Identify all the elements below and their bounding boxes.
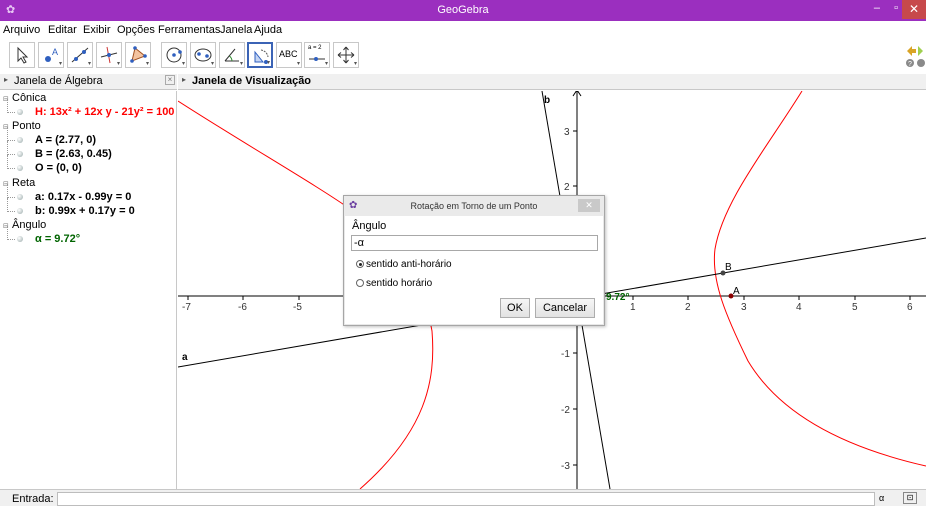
menu-opcoes[interactable]: Opções xyxy=(117,24,155,36)
keyboard-icon[interactable]: ⊡ xyxy=(903,492,917,504)
move-graphics-view-tool-button[interactable]: ▾ xyxy=(333,42,359,68)
y-tick-label: -3 xyxy=(561,461,570,472)
menu-bar: Arquivo Editar Exibir Opções Ferramentas… xyxy=(0,21,926,39)
polygon-tool-button[interactable]: ▾ xyxy=(125,42,151,68)
point-b-label: B xyxy=(725,262,732,273)
dialog-close-button[interactable]: ✕ xyxy=(578,199,600,212)
move-tool-button[interactable] xyxy=(9,42,35,68)
rotate-around-point-tool-button[interactable]: ▾ xyxy=(247,42,273,68)
x-tick-label: 1 xyxy=(630,302,636,313)
x-tick-label: -6 xyxy=(238,302,247,313)
text-tool-button[interactable]: ABC ▾ xyxy=(276,42,302,68)
y-tick-label: 2 xyxy=(564,182,570,193)
input-label: Entrada: xyxy=(12,493,54,505)
window-title-bar: ✿ GeoGebra – ▫ ✕ xyxy=(0,0,926,21)
window-title: GeoGebra xyxy=(437,4,489,16)
radio-unselected-icon xyxy=(356,279,364,287)
visibility-toggle-icon[interactable] xyxy=(17,151,23,157)
radio-counterclockwise[interactable]: sentido anti-horário xyxy=(356,259,452,270)
line-b-label: b xyxy=(544,95,550,106)
x-tick-label: 5 xyxy=(852,302,858,313)
minimize-icon[interactable]: – xyxy=(874,2,880,14)
dialog-body: Ângulo -α sentido anti-horário sentido h… xyxy=(345,216,603,324)
line-tool-button[interactable]: ▾ xyxy=(67,42,93,68)
circle-tool-button[interactable]: ▾ xyxy=(161,42,187,68)
maximize-icon[interactable]: ▫ xyxy=(894,2,898,14)
x-tick-label: 6 xyxy=(907,302,913,313)
x-tick-label: 4 xyxy=(796,302,802,313)
rotation-dialog: ✿ Rotação em Torno de um Ponto ✕ Ângulo … xyxy=(343,195,605,326)
visibility-toggle-icon[interactable] xyxy=(17,236,23,242)
algebra-panel: ⊟ Cônica H: 13x² + 12x y - 21y² = 100 ⊟ … xyxy=(0,91,177,489)
input-bar: Entrada: α ⊡ xyxy=(0,489,926,506)
menu-arquivo[interactable]: Arquivo xyxy=(3,24,40,36)
collapse-triangle-icon[interactable]: ▸ xyxy=(182,75,186,84)
svg-text:?: ? xyxy=(908,61,912,68)
menu-ferramentas[interactable]: Ferramentas xyxy=(158,24,220,36)
input-field[interactable] xyxy=(57,492,875,506)
toolbar: A ▾ ▾ ▾ ▾ ▾ ▾ ▾ ▾ ABC ▾ a = 2 ▾ ▾ ? xyxy=(0,39,926,74)
dialog-title-bar[interactable]: ✿ Rotação em Torno de um Ponto ✕ xyxy=(344,196,604,216)
algebra-panel-header: ▸ Janela de Álgebra × xyxy=(0,74,177,90)
dialog-title: Rotação em Torno de um Ponto xyxy=(410,201,538,211)
menu-ajuda[interactable]: Ajuda xyxy=(254,24,282,36)
angle-input[interactable]: -α xyxy=(351,235,598,251)
visibility-toggle-icon[interactable] xyxy=(17,109,23,115)
slider-tool-button[interactable]: a = 2 ▾ xyxy=(304,42,330,68)
y-tick-label: -1 xyxy=(561,349,570,360)
point-a-label: A xyxy=(733,286,740,297)
y-tick-label: -2 xyxy=(561,405,570,416)
x-tick-label: 2 xyxy=(685,302,691,313)
angle-label: 9.72° xyxy=(606,292,629,303)
radio-selected-icon xyxy=(356,260,364,268)
line-a-label: a xyxy=(182,352,188,363)
collapse-triangle-icon[interactable]: ▸ xyxy=(4,75,8,84)
x-tick-label: -7 xyxy=(182,302,191,313)
graphics-panel-header: ▸ Janela de Visualização xyxy=(178,74,926,90)
x-tick-label: -5 xyxy=(293,302,302,313)
text-tool-label: ABC xyxy=(279,49,298,59)
cancel-button[interactable]: Cancelar xyxy=(535,298,595,318)
radio-clockwise[interactable]: sentido horário xyxy=(356,278,432,289)
angle-tool-button[interactable]: ▾ xyxy=(219,42,245,68)
visibility-toggle-icon[interactable] xyxy=(17,137,23,143)
graphics-panel-title: Janela de Visualização xyxy=(192,75,312,87)
angle-label: Ângulo xyxy=(352,220,387,232)
x-tick-label: 3 xyxy=(741,302,747,313)
visibility-toggle-icon[interactable] xyxy=(17,194,23,200)
arrow-cursor-icon xyxy=(17,46,29,64)
conic-h-right-branch[interactable] xyxy=(713,91,926,467)
visibility-toggle-icon[interactable] xyxy=(17,165,23,171)
close-window-button[interactable]: ✕ xyxy=(902,0,926,19)
close-algebra-panel-icon[interactable]: × xyxy=(165,75,175,85)
algebra-panel-title: Janela de Álgebra xyxy=(14,75,103,87)
menu-janela[interactable]: Janela xyxy=(220,24,252,36)
perpendicular-tool-button[interactable]: ▾ xyxy=(96,42,122,68)
undo-redo-help-icons[interactable]: ? xyxy=(904,42,926,70)
y-tick-label: 3 xyxy=(564,127,570,138)
point-tool-button[interactable]: A ▾ xyxy=(38,42,64,68)
svg-text:A: A xyxy=(52,47,58,57)
symbol-picker-icon[interactable]: α xyxy=(879,493,884,503)
ellipse-tool-button[interactable]: ▾ xyxy=(190,42,216,68)
visibility-toggle-icon[interactable] xyxy=(17,208,23,214)
ok-button[interactable]: OK xyxy=(500,298,530,318)
menu-exibir[interactable]: Exibir xyxy=(83,24,111,36)
menu-editar[interactable]: Editar xyxy=(48,24,77,36)
